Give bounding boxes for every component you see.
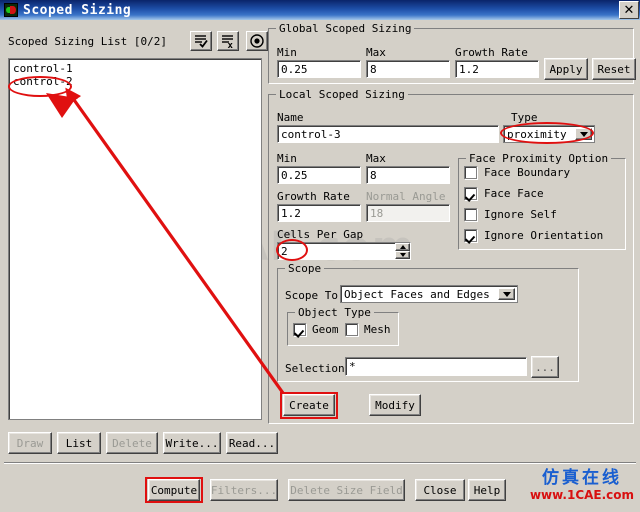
- ellipse-type-proximity: [500, 122, 594, 144]
- object-type-title: Object Type: [295, 306, 374, 319]
- box-create: [280, 392, 338, 419]
- checkbox-label: Face Boundary: [484, 166, 571, 179]
- global-growth-rate-input[interactable]: 1.2: [455, 60, 539, 78]
- scoped-sizing-dialog: Scoped Sizing ✕ 1CAE.com Scoped Sizing L…: [0, 0, 640, 512]
- list-button[interactable]: List: [57, 432, 101, 454]
- list-label: List: [65, 436, 93, 450]
- read-label: Read...: [228, 436, 276, 450]
- filters-label: Filters...: [210, 483, 278, 497]
- checkbox-icon[interactable]: [464, 208, 477, 221]
- checkbox-geom[interactable]: Geom: [293, 323, 339, 336]
- scope-to-value: Object Faces and Edges: [344, 287, 490, 301]
- apply-button[interactable]: Apply: [544, 58, 588, 80]
- checkbox-icon[interactable]: [293, 323, 306, 336]
- brand-logo-en: www.1CAE.com: [529, 488, 635, 502]
- box-compute: [145, 477, 203, 503]
- brand-logo: 仿真在线 www.1CAE.com: [528, 468, 636, 502]
- footer-separator: [4, 462, 636, 464]
- checkbox-label: Ignore Self: [484, 208, 557, 221]
- local-name-label: Name: [277, 111, 304, 124]
- write-button[interactable]: Write...: [163, 432, 221, 454]
- checkbox-icon[interactable]: [345, 323, 358, 336]
- chevron-down-icon[interactable]: [498, 288, 515, 300]
- local-scoped-sizing-title: Local Scoped Sizing: [276, 88, 408, 101]
- draw-button[interactable]: Draw: [8, 432, 52, 454]
- checkbox-label: Face Face: [484, 187, 544, 200]
- close-label: Close: [423, 483, 457, 497]
- checkbox-ignore-self[interactable]: Ignore Self: [464, 208, 557, 221]
- checkbox-face-face[interactable]: Face Face: [464, 187, 544, 200]
- global-growth-rate-label: Growth Rate: [455, 46, 528, 59]
- read-button[interactable]: Read...: [226, 432, 278, 454]
- global-min-input[interactable]: 0.25: [277, 60, 361, 78]
- delete-label: Delete: [112, 436, 152, 450]
- checkbox-label: Ignore Orientation: [484, 229, 604, 242]
- modify-label: Modify: [375, 398, 415, 412]
- reset-label: Reset: [597, 62, 631, 76]
- deselect-all-icon[interactable]: x: [217, 31, 239, 51]
- face-proximity-title: Face Proximity Option: [466, 152, 612, 165]
- close-icon[interactable]: ✕: [619, 1, 639, 19]
- ellipse-control-2: [8, 76, 72, 97]
- draw-label: Draw: [16, 436, 44, 450]
- global-max-label: Max: [366, 46, 386, 59]
- local-growth-rate-label: Growth Rate: [277, 190, 350, 203]
- local-max-input[interactable]: 8: [366, 166, 450, 184]
- apply-label: Apply: [549, 62, 583, 76]
- scope-to-select[interactable]: Object Faces and Edges: [340, 285, 518, 303]
- normal-angle-input: 18: [366, 204, 450, 222]
- help-label: Help: [473, 483, 501, 497]
- write-label: Write...: [165, 436, 219, 450]
- scope-title: Scope: [285, 262, 325, 275]
- window-title: Scoped Sizing: [23, 2, 132, 18]
- global-max-input[interactable]: 8: [366, 60, 450, 78]
- local-max-label: Max: [366, 152, 386, 165]
- delete-button[interactable]: Delete: [106, 432, 158, 454]
- app-icon: [4, 3, 18, 17]
- local-name-input[interactable]: control-3: [277, 125, 499, 143]
- scoped-sizing-list-label: Scoped Sizing List [0/2]: [8, 35, 167, 48]
- global-scoped-sizing-title: Global Scoped Sizing: [276, 22, 415, 35]
- selections-label: Selections: [285, 362, 352, 375]
- brand-logo-cn: 仿真在线: [542, 468, 622, 488]
- cells-per-gap-stepper[interactable]: [395, 243, 410, 259]
- select-filter-icon[interactable]: [246, 31, 268, 51]
- selections-browse-button[interactable]: ...: [531, 356, 559, 378]
- stepper-up-icon[interactable]: [395, 243, 410, 251]
- checkbox-label: Mesh: [364, 323, 391, 336]
- selections-browse-label: ...: [535, 360, 555, 374]
- delete-size-field-button[interactable]: Delete Size Field: [288, 479, 405, 501]
- normal-angle-label: Normal Angle: [366, 190, 446, 203]
- local-min-input[interactable]: 0.25: [277, 166, 361, 184]
- global-min-label: Min: [277, 46, 297, 59]
- delete-size-field-label: Delete Size Field: [290, 483, 403, 497]
- list-item[interactable]: control-1: [9, 62, 261, 75]
- title-bar: Scoped Sizing ✕: [0, 0, 640, 20]
- checkbox-face-boundary[interactable]: Face Boundary: [464, 166, 570, 179]
- stepper-down-icon[interactable]: [395, 251, 410, 259]
- select-all-icon[interactable]: [190, 31, 212, 51]
- reset-button[interactable]: Reset: [592, 58, 636, 80]
- checkbox-icon[interactable]: [464, 166, 477, 179]
- close-button[interactable]: Close: [415, 479, 465, 501]
- modify-button[interactable]: Modify: [369, 394, 421, 416]
- filters-button[interactable]: Filters...: [210, 479, 278, 501]
- svg-text:x: x: [228, 41, 234, 49]
- ellipse-cells-per-gap: [276, 239, 308, 261]
- checkbox-icon[interactable]: [464, 229, 477, 242]
- checkbox-icon[interactable]: [464, 187, 477, 200]
- scope-to-label: Scope To: [285, 289, 338, 302]
- checkbox-ignore-orientation[interactable]: Ignore Orientation: [464, 229, 603, 242]
- help-button[interactable]: Help: [468, 479, 506, 501]
- checkbox-label: Geom: [312, 323, 339, 336]
- selections-input[interactable]: *: [345, 357, 527, 376]
- local-growth-rate-input[interactable]: 1.2: [277, 204, 361, 222]
- checkbox-mesh[interactable]: Mesh: [345, 323, 391, 336]
- scoped-sizing-list[interactable]: control-1 control-2: [8, 58, 262, 420]
- local-min-label: Min: [277, 152, 297, 165]
